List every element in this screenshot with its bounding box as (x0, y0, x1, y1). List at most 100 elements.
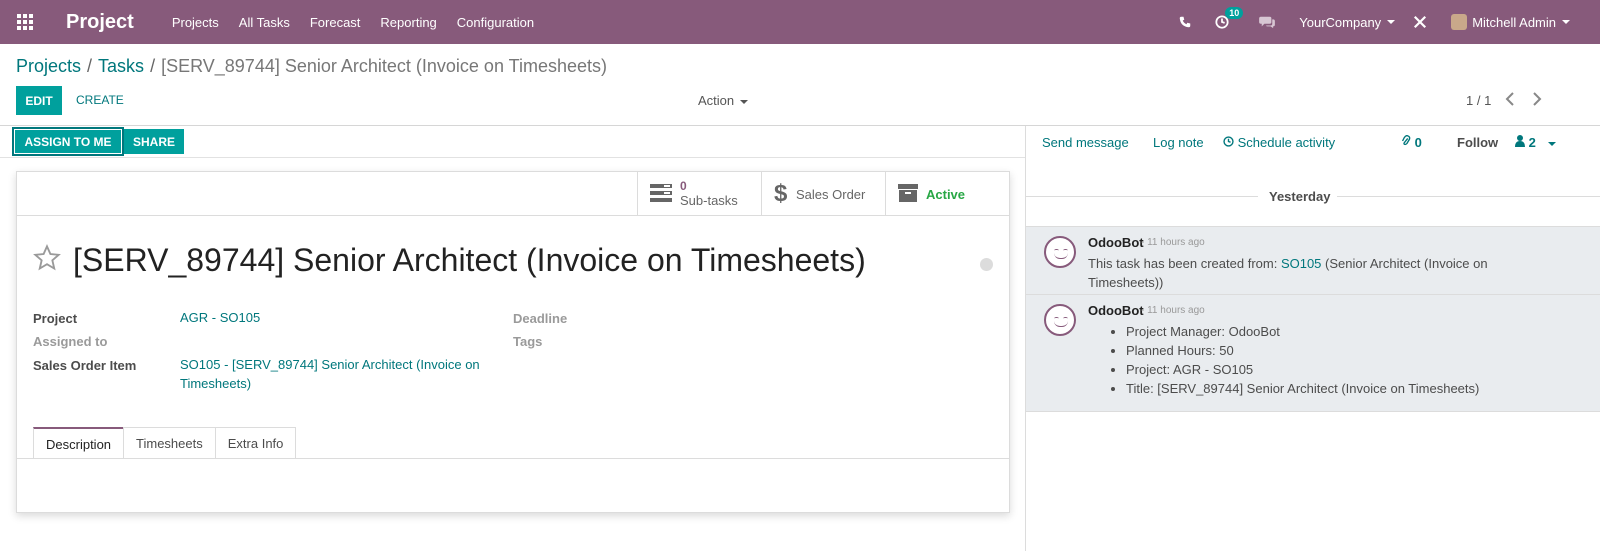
schedule-activity-button[interactable]: Schedule activity (1223, 135, 1335, 150)
debug-tools-icon[interactable] (1413, 15, 1427, 29)
tab-description[interactable]: Description (33, 427, 125, 459)
action-dropdown[interactable]: Action (698, 93, 749, 108)
sales-order-item-value[interactable]: SO105 - [SERV_89744] Senior Architect (I… (180, 355, 480, 393)
attachments-count: 0 (1414, 135, 1422, 150)
chevron-down-icon (740, 99, 749, 104)
task-title[interactable]: [SERV_89744] Senior Architect (Invoice o… (73, 242, 866, 279)
sales-order-item-line-2: Timesheets) (180, 376, 252, 391)
subtasks-count: 0 (680, 179, 687, 193)
subtasks-label: Sub-tasks (680, 193, 738, 208)
send-message-button[interactable]: Send message (1042, 135, 1129, 150)
sales-order-item-label: Sales Order Item (33, 358, 137, 373)
attachments-button[interactable]: 0 (1401, 134, 1422, 150)
message-body: This task has been created from: SO105 (… (1088, 254, 1508, 292)
sale-order-link[interactable]: SO105 (1281, 256, 1321, 271)
notebook-tabs: Description Timesheets Extra Info (33, 427, 297, 459)
list-item: Project: AGR - SO105 (1126, 360, 1479, 379)
chevron-down-icon (1547, 141, 1556, 146)
message-date: - 11 hours ago (1141, 237, 1205, 248)
action-label: Action (698, 93, 735, 108)
company-name: YourCompany (1299, 14, 1382, 30)
date-separator: Yesterday (1026, 189, 1600, 204)
tabs-divider (17, 458, 1009, 459)
assigned-to-label: Assigned to (33, 334, 108, 349)
separator-line (1026, 196, 1258, 197)
assign-to-me-button[interactable]: ASSIGN TO ME (12, 127, 124, 156)
message-author[interactable]: OdooBot (1088, 235, 1144, 250)
paperclip-icon (1401, 134, 1415, 150)
kanban-state-icon[interactable] (980, 258, 993, 271)
chatter-message: OdooBot - 11 hours ago Project Manager: … (1026, 294, 1600, 412)
archive-icon (898, 183, 918, 205)
tags-label: Tags (513, 334, 543, 349)
user-menu[interactable]: Mitchell Admin (1451, 14, 1570, 30)
active-label: Active (926, 186, 966, 202)
tab-timesheets[interactable]: Timesheets (123, 427, 216, 459)
activity-badge: 10 (1225, 7, 1244, 19)
tracking-values-list: Project Manager: OdooBot Planned Hours: … (1110, 322, 1479, 398)
dollar-icon: $ (774, 180, 788, 207)
pager-next-icon[interactable] (1532, 92, 1542, 111)
priority-star-icon[interactable] (33, 244, 61, 279)
breadcrumb-current: [SERV_89744] Senior Architect (Invoice o… (161, 56, 607, 76)
user-name: Mitchell Admin (1472, 14, 1556, 30)
breadcrumb: Projects / Tasks / [SERV_89744] Senior Archi… (16, 56, 607, 77)
message-author[interactable]: OdooBot (1088, 303, 1144, 318)
form-sheet: 0 Sub-tasks $ Sales Order Active [SERV_8… (16, 171, 1010, 513)
menu-all-tasks[interactable]: All Tasks (239, 15, 290, 30)
breadcrumb-separator: / (87, 56, 93, 76)
sales-order-label: Sales Order (796, 186, 866, 202)
apps-menu-icon[interactable] (0, 0, 50, 44)
clock-icon (1223, 135, 1238, 150)
subtasks-smart-button[interactable]: 0 Sub-tasks (637, 172, 761, 216)
odoobot-avatar (1044, 236, 1076, 268)
activity-clock-icon[interactable]: 10 (1215, 7, 1244, 29)
log-note-button[interactable]: Log note (1153, 135, 1204, 150)
breadcrumb-tasks[interactable]: Tasks (98, 56, 144, 76)
chevron-down-icon (1387, 20, 1396, 24)
project-value[interactable]: AGR - SO105 (180, 308, 260, 327)
sales-order-smart-button[interactable]: $ Sales Order (761, 172, 885, 216)
list-item: Planned Hours: 50 (1126, 341, 1479, 360)
sales-order-item-line-1: SO105 - [SERV_89744] Senior Architect (I… (180, 357, 480, 372)
menu-projects[interactable]: Projects (172, 15, 219, 30)
menu-configuration[interactable]: Configuration (457, 15, 534, 30)
app-brand[interactable]: Project (66, 11, 134, 34)
edit-button[interactable]: EDIT (16, 86, 62, 115)
tasks-list-icon (650, 183, 672, 205)
discuss-chat-icon[interactable] (1259, 15, 1276, 29)
phone-icon[interactable] (1179, 16, 1191, 28)
pager-previous-icon[interactable] (1505, 92, 1515, 111)
smart-button-box: 0 Sub-tasks $ Sales Order Active (637, 172, 1009, 216)
date-label: Yesterday (1269, 189, 1331, 204)
message-text: This task has been created from: (1088, 256, 1281, 271)
separator-line (1337, 196, 1600, 197)
chatter-panel: Send message Log note Schedule activity … (1025, 126, 1600, 551)
message-date: - 11 hours ago (1141, 305, 1205, 316)
followers-button[interactable]: 2 (1515, 135, 1556, 150)
tab-extra-info[interactable]: Extra Info (214, 427, 297, 459)
create-button[interactable]: CREATE (76, 93, 124, 107)
chevron-down-icon (1562, 20, 1570, 24)
chatter-topbar: Send message Log note Schedule activity … (1026, 126, 1600, 158)
avatar (1451, 14, 1468, 30)
button-box-divider (17, 215, 1009, 216)
top-navbar: Project Projects All Tasks Forecast Repo… (0, 0, 1600, 44)
breadcrumb-projects[interactable]: Projects (16, 56, 81, 76)
user-icon (1515, 135, 1529, 150)
company-switcher[interactable]: YourCompany (1299, 14, 1396, 30)
menu-reporting[interactable]: Reporting (380, 15, 436, 30)
followers-count: 2 (1528, 135, 1536, 150)
project-label: Project (33, 311, 78, 326)
active-toggle-button[interactable]: Active (885, 172, 1009, 216)
follow-button[interactable]: Follow (1457, 135, 1498, 150)
pager-value[interactable]: 1 / 1 (1466, 93, 1491, 108)
chatter-message: OdooBot - 11 hours ago This task has bee… (1026, 226, 1600, 294)
schedule-activity-label: Schedule activity (1237, 135, 1336, 150)
breadcrumb-separator: / (150, 56, 156, 76)
menu-forecast[interactable]: Forecast (310, 15, 361, 30)
list-item: Title: [SERV_89744] Senior Architect (In… (1126, 379, 1479, 398)
odoobot-avatar (1044, 304, 1076, 336)
share-button[interactable]: SHARE (124, 129, 184, 154)
list-item: Project Manager: OdooBot (1126, 322, 1479, 341)
